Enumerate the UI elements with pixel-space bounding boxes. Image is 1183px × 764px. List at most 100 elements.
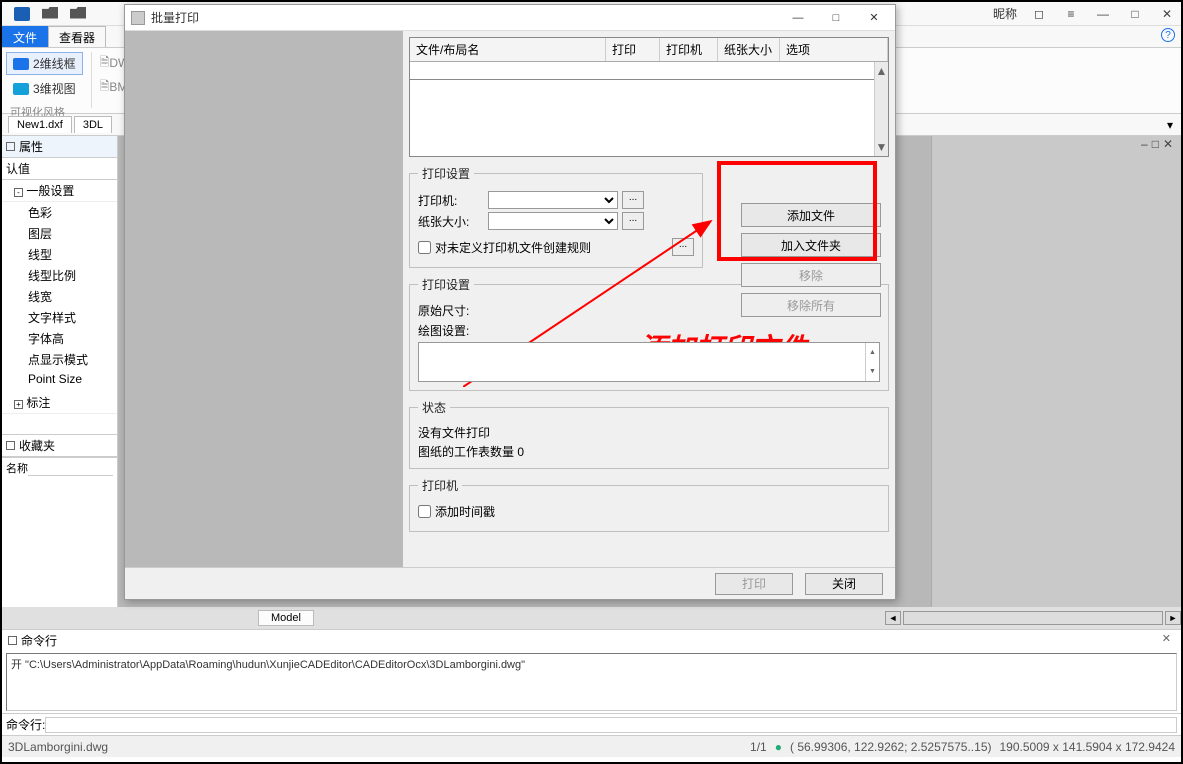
layout-tab-model[interactable]: Model bbox=[258, 610, 314, 626]
panel-max-icon[interactable]: □ bbox=[1152, 137, 1159, 151]
inbox-icon[interactable]: ◻ bbox=[1029, 6, 1049, 22]
col-options[interactable]: 选项 bbox=[780, 38, 888, 61]
paper-size-select[interactable] bbox=[488, 212, 618, 230]
view-3d-button[interactable]: 3维视图 bbox=[6, 77, 83, 100]
dialog-icon bbox=[131, 11, 145, 25]
collapse-icon: - bbox=[14, 188, 23, 197]
hscroll-track[interactable] bbox=[903, 611, 1163, 625]
prop-linescale[interactable]: 线型比例 bbox=[2, 265, 117, 286]
prop-color[interactable]: 色彩 bbox=[2, 202, 117, 223]
tab-viewer[interactable]: 查看器 bbox=[48, 26, 106, 47]
help-icon[interactable]: ? bbox=[1161, 28, 1175, 42]
col-printer[interactable]: 打印机 bbox=[660, 38, 718, 61]
doc-tab-3dl[interactable]: 3DL bbox=[74, 116, 112, 133]
prop-lineweight[interactable]: 线宽 bbox=[2, 286, 117, 307]
prop-textstyle[interactable]: 文字样式 bbox=[2, 307, 117, 328]
prop-linetype[interactable]: 线型 bbox=[2, 244, 117, 265]
table-row[interactable] bbox=[410, 62, 888, 80]
command-panel: 命令行 ✕ 开 "C:\Users\Administrator\AppData\… bbox=[2, 629, 1181, 735]
prop-pointsize[interactable]: Point Size bbox=[2, 370, 117, 388]
printer-select[interactable] bbox=[488, 191, 618, 209]
file-table: 文件/布局名 打印 打印机 纸张大小 选项 ▲▼ bbox=[409, 37, 889, 157]
dialog-close-button[interactable]: 关闭 bbox=[805, 573, 883, 595]
panel-close-icon[interactable]: ✕ bbox=[1163, 137, 1173, 151]
close-icon[interactable]: ✕ bbox=[1157, 6, 1177, 22]
view-2d-label: 2维线框 bbox=[33, 55, 76, 72]
dialog-minimize-icon[interactable]: — bbox=[783, 8, 813, 28]
view-2d-wireframe-button[interactable]: 2维线框 bbox=[6, 52, 83, 75]
tab-file[interactable]: 文件 bbox=[2, 26, 48, 47]
favorites-title: 收藏夹 bbox=[2, 434, 117, 457]
spin-up-icon[interactable]: ▲ bbox=[865, 343, 879, 362]
dialog-close-icon[interactable]: ✕ bbox=[859, 8, 889, 28]
print-settings-legend: 打印设置 bbox=[418, 165, 474, 182]
command-input[interactable] bbox=[45, 717, 1177, 733]
prop-textheight[interactable]: 字体高 bbox=[2, 328, 117, 349]
layout-tabs-bar: Model ◄ ► bbox=[2, 607, 1181, 629]
new-icon[interactable] bbox=[42, 7, 58, 19]
status-bar: 3DLamborgini.dwg 1/1 ● ( 56.99306, 122.9… bbox=[2, 735, 1181, 757]
hscroll-left-icon[interactable]: ◄ bbox=[885, 611, 901, 625]
command-output: 开 "C:\Users\Administrator\AppData\Roamin… bbox=[6, 653, 1177, 711]
add-timestamp-checkbox[interactable] bbox=[418, 505, 431, 518]
remove-button[interactable]: 移除 bbox=[741, 263, 881, 287]
spin-down-icon[interactable]: ▼ bbox=[865, 362, 879, 381]
prop-pointstyle[interactable]: 点显示模式 bbox=[2, 349, 117, 370]
minimize-icon[interactable]: — bbox=[1093, 6, 1113, 22]
draw-settings-legend: 打印设置 bbox=[418, 276, 474, 293]
draw-config-label: 绘图设置: bbox=[418, 322, 488, 339]
dialog-print-button[interactable]: 打印 bbox=[715, 573, 793, 595]
printer-browse-button[interactable]: ... bbox=[622, 191, 644, 209]
nickname-label: 昵称 bbox=[993, 5, 1017, 22]
add-folder-button[interactable]: 加入文件夹 bbox=[741, 233, 881, 257]
expand-icon: + bbox=[14, 400, 23, 409]
remove-all-button[interactable]: 移除所有 bbox=[741, 293, 881, 317]
status-sheet-count: 图纸的工作表数量 0 bbox=[418, 443, 880, 460]
command-panel-title: 命令行 bbox=[21, 632, 57, 649]
orig-size-label: 原始尺寸: bbox=[418, 302, 488, 319]
rule-browse-button[interactable]: ... bbox=[672, 238, 694, 256]
view-3d-label: 3维视图 bbox=[33, 80, 76, 97]
command-prompt-label: 命令行: bbox=[6, 716, 45, 733]
col-filename[interactable]: 文件/布局名 bbox=[410, 38, 606, 61]
add-timestamp-label: 添加时间戳 bbox=[435, 503, 495, 520]
prop-group-annotation[interactable]: + 标注 bbox=[2, 392, 117, 414]
printer-group: 打印机 添加时间戳 bbox=[409, 477, 889, 532]
prop-layer[interactable]: 图层 bbox=[2, 223, 117, 244]
fav-name-label: 名称 bbox=[6, 460, 28, 476]
right-floating-panel: – □ ✕ bbox=[931, 136, 1181, 607]
undefined-printer-rule-label: 对未定义打印机文件创建规则 bbox=[435, 239, 591, 256]
menu-icon[interactable]: ≡ bbox=[1061, 6, 1081, 22]
open-icon[interactable] bbox=[70, 7, 86, 19]
paper-browse-button[interactable]: ... bbox=[622, 212, 644, 230]
dialog-maximize-icon[interactable]: □ bbox=[821, 8, 851, 28]
wireframe-2d-icon bbox=[13, 58, 29, 70]
col-print[interactable]: 打印 bbox=[606, 38, 660, 61]
table-scrollbar[interactable]: ▲▼ bbox=[874, 62, 888, 156]
properties-default: 认值 bbox=[2, 158, 117, 180]
doc-tab-new1[interactable]: New1.dxf bbox=[8, 116, 72, 133]
add-file-button[interactable]: 添加文件 bbox=[741, 203, 881, 227]
prop-group-general[interactable]: - 一般设置 bbox=[2, 180, 117, 202]
hscroll-right-icon[interactable]: ► bbox=[1165, 611, 1181, 625]
tabs-collapse-icon[interactable]: ▾ bbox=[1167, 118, 1173, 132]
maximize-icon[interactable]: □ bbox=[1125, 6, 1145, 22]
col-paper[interactable]: 纸张大小 bbox=[718, 38, 780, 61]
file-buttons-column: 添加文件 加入文件夹 移除 移除所有 bbox=[741, 203, 885, 323]
properties-title: 属性 bbox=[2, 136, 117, 158]
undefined-printer-rule-checkbox[interactable] bbox=[418, 241, 431, 254]
app-logo-icon bbox=[14, 7, 30, 21]
panel-min-icon[interactable]: – bbox=[1141, 137, 1148, 151]
printer-group-legend: 打印机 bbox=[418, 477, 462, 494]
status-relative-coords: ( 56.99306, 122.9262; 2.5257575..15) bbox=[790, 740, 992, 754]
fav-name-field[interactable] bbox=[28, 460, 113, 476]
dialog-footer: 打印 关闭 bbox=[125, 567, 895, 599]
file-table-body[interactable]: ▲▼ bbox=[410, 62, 888, 156]
print-settings-group: 打印设置 打印机: ... 纸张大小: ... 对未定义打印机文件创建规则 ..… bbox=[409, 165, 703, 268]
view-3d-icon bbox=[13, 83, 29, 95]
command-panel-close-icon[interactable]: ✕ bbox=[1162, 632, 1171, 645]
draw-config-area[interactable]: ▲▼ bbox=[418, 342, 880, 382]
cmd-icon bbox=[8, 636, 17, 645]
properties-panel: 属性 认值 - 一般设置 色彩 图层 线型 线型比例 线宽 文字样式 字体高 点… bbox=[2, 136, 118, 607]
status-size: 190.5009 x 141.5904 x 172.9424 bbox=[1000, 740, 1176, 754]
